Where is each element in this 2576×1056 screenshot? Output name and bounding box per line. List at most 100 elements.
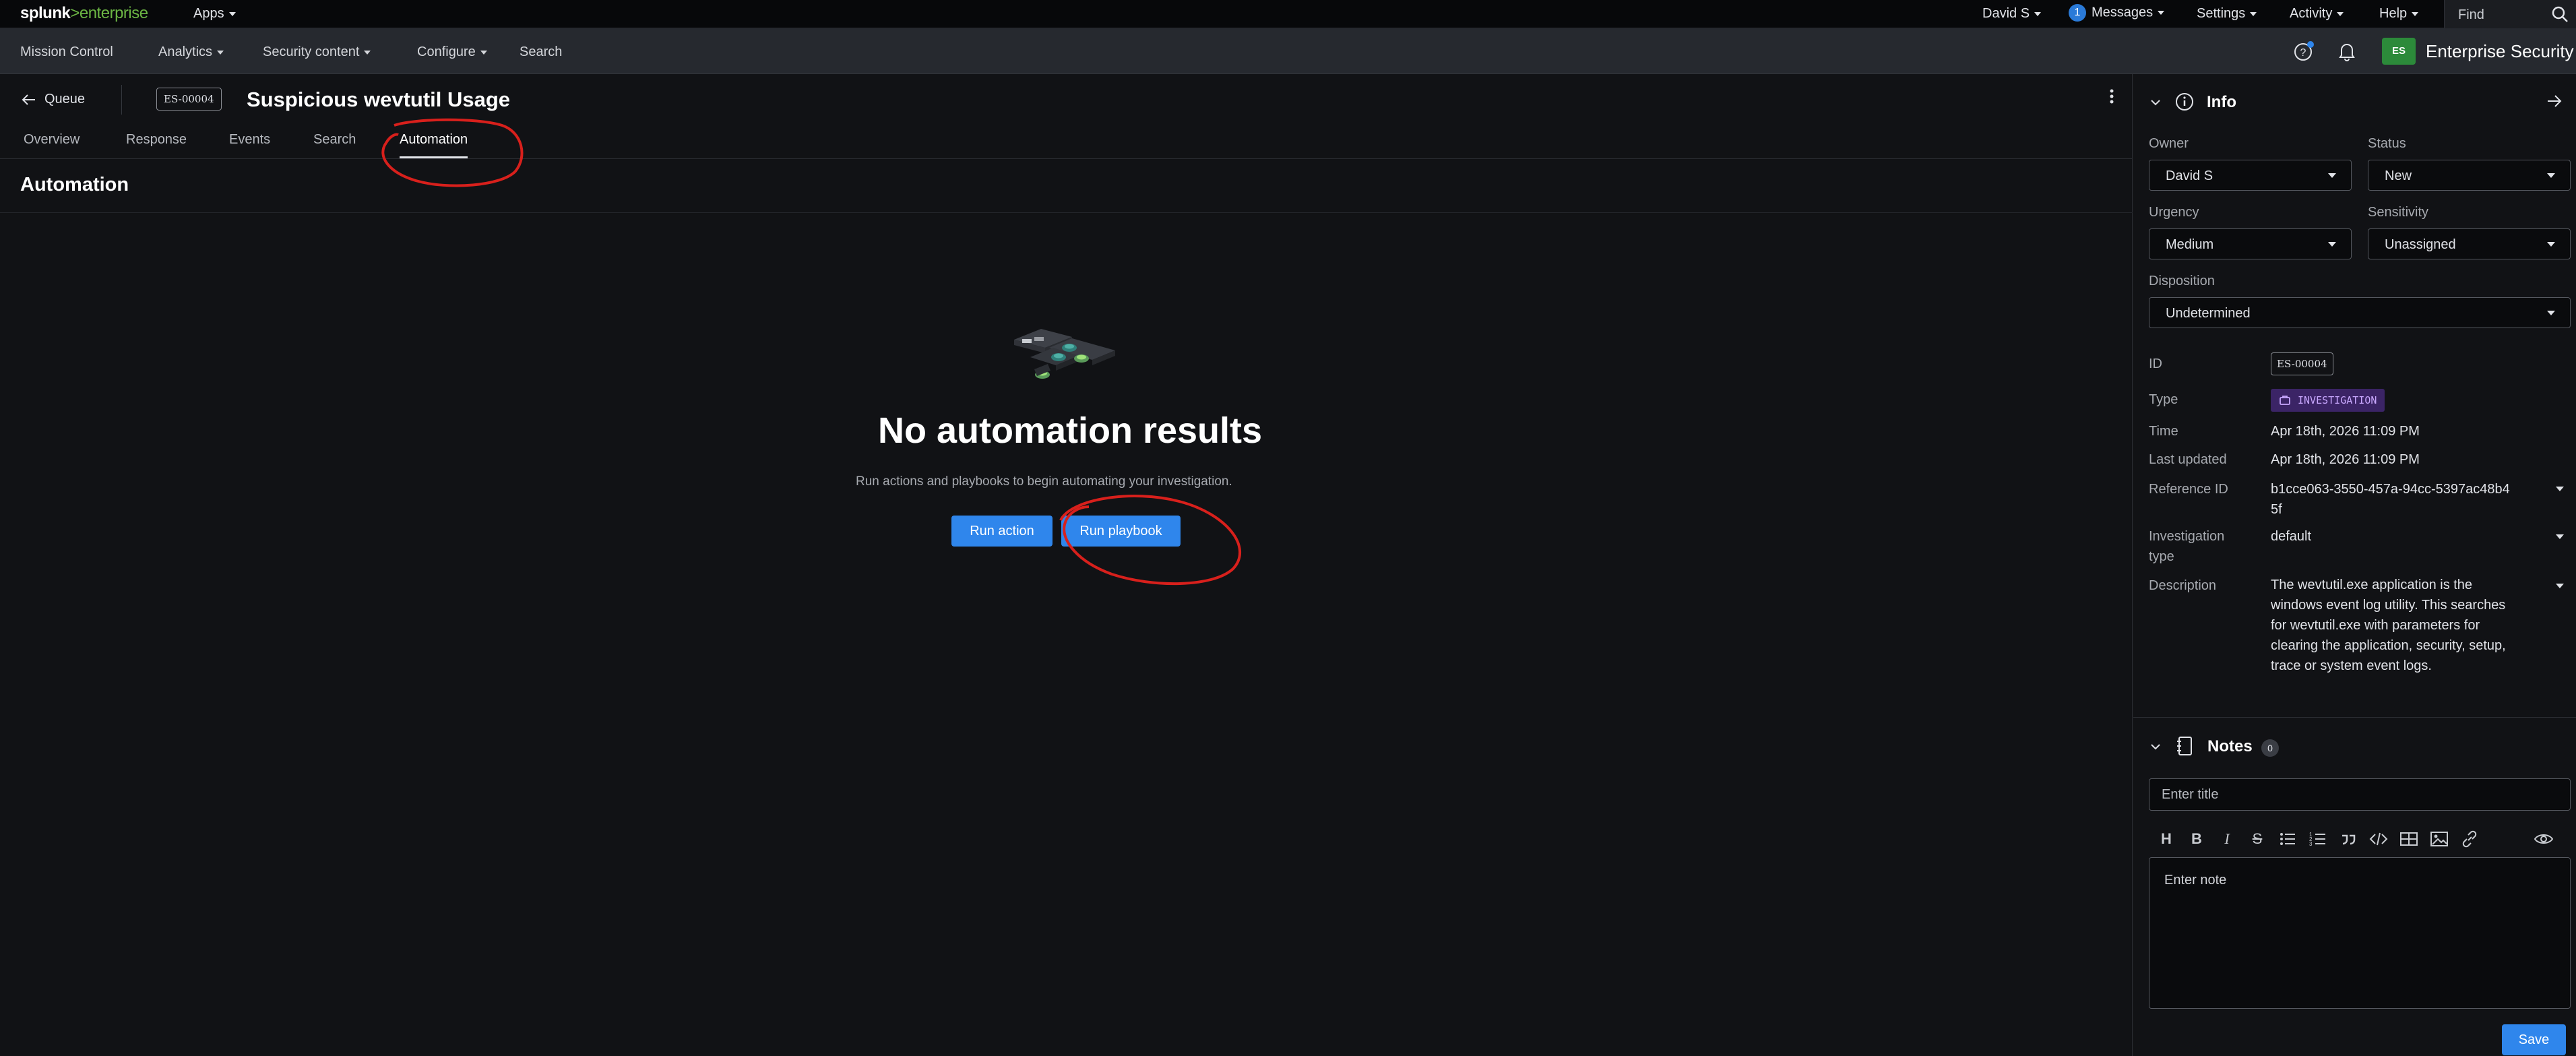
- svg-text:3: 3: [2309, 841, 2313, 847]
- heading-button[interactable]: H: [2156, 829, 2176, 849]
- kebab-menu-icon[interactable]: [2105, 88, 2118, 108]
- code-icon[interactable]: [2368, 829, 2389, 849]
- id-value-badge: ES-00004: [2271, 352, 2333, 375]
- empty-state-title: No automation results: [878, 410, 1263, 451]
- chevron-down-icon: [2337, 11, 2344, 16]
- enterprise-security-logo: ES: [2382, 38, 2416, 65]
- back-arrow-icon: [22, 94, 35, 105]
- incident-id-badge: ES-00004: [156, 88, 222, 111]
- help-menu[interactable]: Help: [2379, 6, 2419, 22]
- nav-configure[interactable]: Configure: [417, 44, 487, 60]
- id-label: ID: [2149, 356, 2162, 371]
- chevron-down-icon: [364, 50, 371, 55]
- disposition-select[interactable]: Undetermined: [2149, 297, 2571, 328]
- nav-mission-control[interactable]: Mission Control: [20, 44, 113, 60]
- note-title-input[interactable]: [2162, 787, 2552, 803]
- splunk-logo[interactable]: splunk>enterprise: [20, 4, 148, 23]
- last-updated-value: Apr 18th, 2026 11:09 PM: [2271, 452, 2420, 467]
- strikethrough-button[interactable]: S: [2247, 829, 2267, 849]
- annotation-circle-automation-tab: [381, 118, 524, 187]
- status-label: Status: [2368, 136, 2406, 151]
- question-icon[interactable]: ?: [2292, 40, 2315, 63]
- notes-icon: [2177, 737, 2192, 755]
- divider: [2133, 717, 2576, 718]
- sensitivity-select[interactable]: Unassigned: [2368, 228, 2571, 259]
- chevron-down-icon[interactable]: [2149, 741, 2162, 753]
- save-note-button[interactable]: Save: [2502, 1024, 2566, 1055]
- tab-search[interactable]: Search: [313, 132, 356, 148]
- apps-menu[interactable]: Apps: [193, 6, 236, 22]
- chevron-down-icon: [2547, 173, 2555, 178]
- link-icon[interactable]: [2459, 829, 2480, 849]
- automation-illustration: [1014, 329, 1115, 379]
- numbered-list-icon[interactable]: 123: [2308, 829, 2328, 849]
- chevron-down-icon: [480, 50, 487, 55]
- find-placeholder: Find: [2458, 7, 2484, 22]
- investigation-type-label: Investigation: [2149, 529, 2225, 544]
- expand-caret-icon[interactable]: [2556, 534, 2564, 539]
- user-menu[interactable]: David S: [1982, 6, 2042, 22]
- tab-events[interactable]: Events: [229, 132, 270, 148]
- chevron-down-icon: [2034, 11, 2042, 16]
- tab-overview[interactable]: Overview: [24, 132, 80, 148]
- chevron-down-icon: [217, 50, 224, 55]
- chevron-down-icon: [2250, 11, 2257, 16]
- note-body-input[interactable]: [2164, 873, 2548, 994]
- last-updated-label: Last updated: [2149, 452, 2227, 467]
- type-badge: INVESTIGATION: [2271, 389, 2385, 412]
- messages-count-badge: 1: [2069, 4, 2086, 22]
- description-value: The wevtutil.exe application is the wind…: [2271, 578, 2506, 673]
- incident-title: Suspicious wevtutil Usage: [247, 88, 511, 111]
- messages-menu[interactable]: 1 Messages: [2069, 4, 2165, 22]
- expand-caret-icon[interactable]: [2556, 487, 2564, 491]
- nav-security-content[interactable]: Security content: [263, 44, 371, 60]
- note-title-field[interactable]: [2149, 778, 2571, 811]
- disposition-label: Disposition: [2149, 274, 2215, 288]
- reference-id-value: b1cce063-3550-457a-94cc-5397ac48b4: [2271, 482, 2510, 497]
- note-body-field[interactable]: [2149, 857, 2571, 1009]
- chevron-down-icon: [2328, 173, 2336, 178]
- owner-select[interactable]: David S: [2149, 160, 2352, 191]
- briefcase-icon: [2280, 396, 2290, 405]
- nav-search[interactable]: Search: [520, 44, 562, 60]
- find-box[interactable]: Find: [2444, 0, 2576, 28]
- chevron-down-icon: [2158, 11, 2165, 15]
- quote-icon[interactable]: [2338, 829, 2358, 849]
- collapse-arrow-icon[interactable]: [2546, 93, 2563, 109]
- owner-label: Owner: [2149, 136, 2189, 151]
- annotation-circle-run-playbook: [1059, 495, 1242, 586]
- info-panel-title: Info: [2207, 93, 2236, 111]
- back-to-queue-link[interactable]: Queue: [22, 92, 85, 107]
- expand-caret-icon[interactable]: [2556, 584, 2564, 588]
- settings-menu[interactable]: Settings: [2197, 6, 2257, 22]
- top-bar: splunk>enterprise Apps David S 1 Messages…: [0, 0, 2576, 28]
- image-icon[interactable]: [2429, 829, 2449, 849]
- sensitivity-label: Sensitivity: [2368, 205, 2429, 220]
- table-icon[interactable]: [2399, 829, 2419, 849]
- time-value: Apr 18th, 2026 11:09 PM: [2271, 424, 2420, 439]
- investigation-type-value: default: [2271, 529, 2312, 544]
- nav-analytics[interactable]: Analytics: [158, 44, 224, 60]
- bold-button[interactable]: B: [2187, 829, 2207, 849]
- app-bar: Mission Control Analytics Security conte…: [0, 28, 2576, 74]
- run-action-button[interactable]: Run action: [951, 516, 1053, 547]
- search-icon[interactable]: [2551, 5, 2569, 23]
- tab-response[interactable]: Response: [126, 132, 187, 148]
- divider: [0, 212, 2133, 213]
- bell-icon[interactable]: [2335, 40, 2358, 63]
- chevron-down-icon: [2547, 311, 2555, 315]
- reference-id-label: Reference ID: [2149, 482, 2228, 497]
- section-title: Automation: [20, 174, 129, 195]
- bulleted-list-icon[interactable]: [2277, 829, 2298, 849]
- notes-title: Notes: [2207, 737, 2253, 755]
- urgency-select[interactable]: Medium: [2149, 228, 2352, 259]
- eye-icon[interactable]: [2534, 829, 2554, 849]
- chevron-down-icon[interactable]: [2149, 96, 2162, 108]
- status-select[interactable]: New: [2368, 160, 2571, 191]
- activity-menu[interactable]: Activity: [2290, 6, 2344, 22]
- chevron-down-icon: [2412, 11, 2419, 16]
- italic-button[interactable]: I: [2217, 829, 2237, 849]
- main-content: Queue ES-00004 Suspicious wevtutil Usage…: [0, 74, 2133, 1056]
- urgency-label: Urgency: [2149, 205, 2199, 220]
- reference-id-value-cont: 5f: [2271, 502, 2282, 517]
